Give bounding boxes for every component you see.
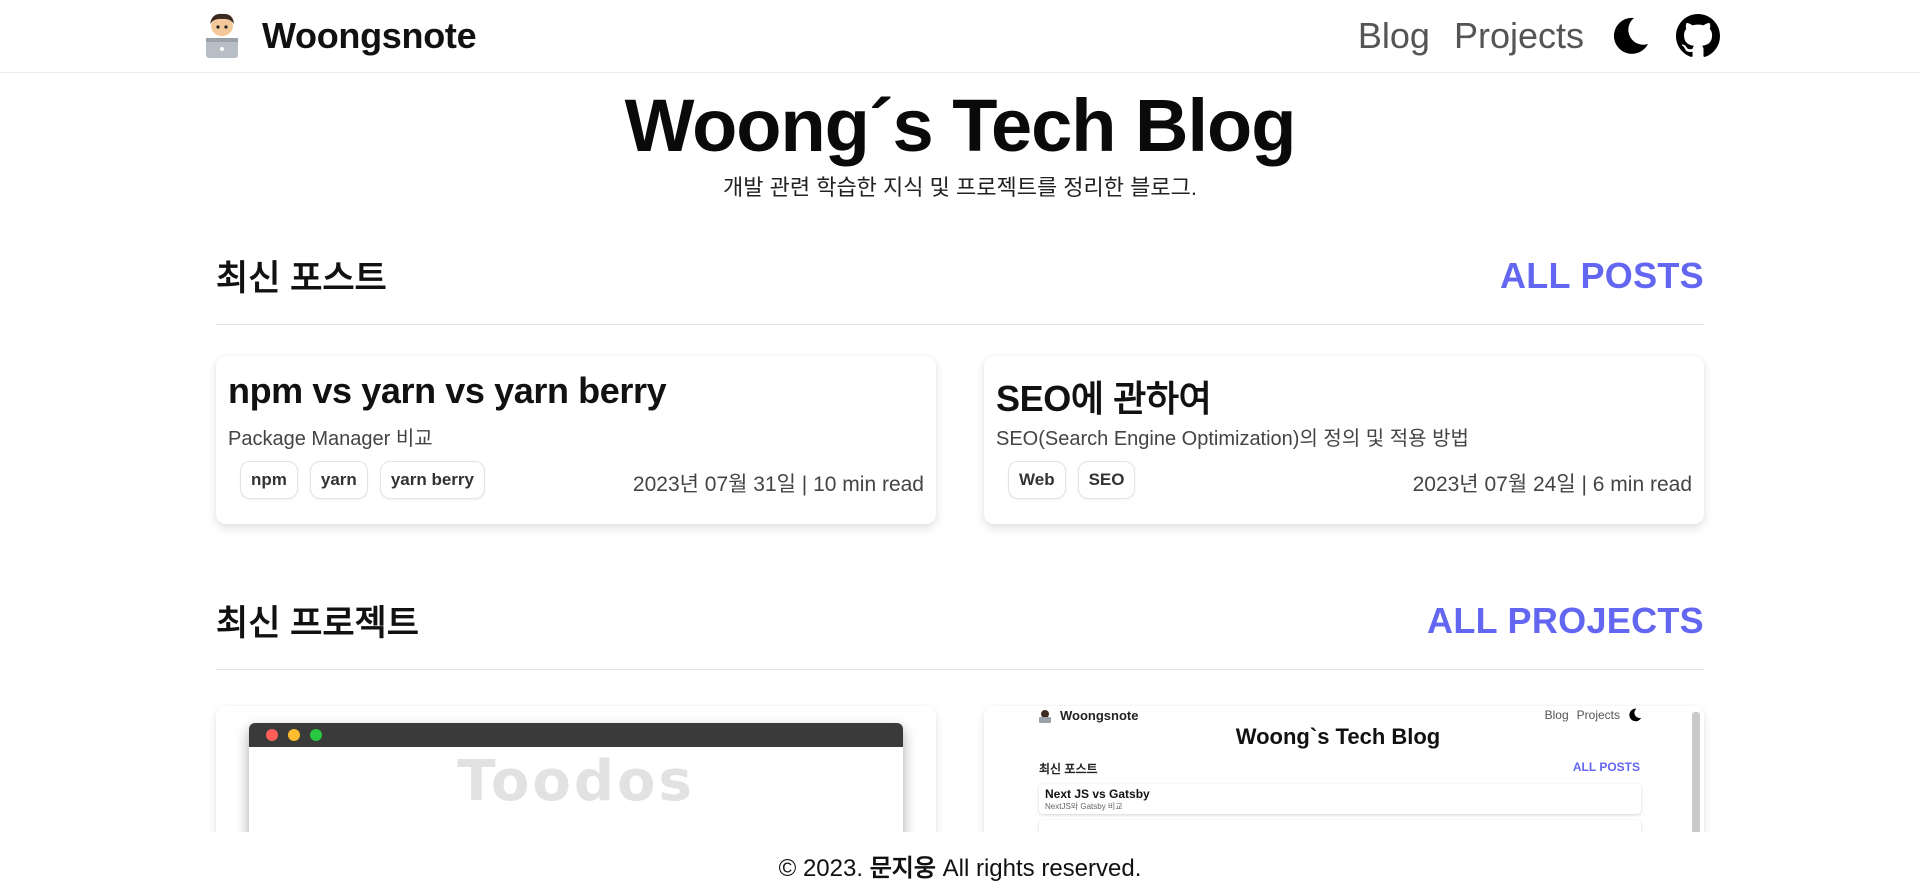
recent-posts-title: 최신 포스트: [216, 259, 387, 298]
footer-rights: All rights reserved.: [942, 855, 1142, 882]
mini-nav: Blog Projects: [1545, 708, 1642, 722]
mini-brand: Woongsnote: [1038, 708, 1138, 723]
post-meta: 2023년 07월 24일 | 6 min read: [1412, 473, 1692, 496]
mini-section-title: 최신 포스트: [1039, 762, 1098, 776]
site-footer: © 2023. 문지웅 All rights reserved.: [0, 832, 1920, 893]
mini-all-posts: ALL POSTS: [1572, 760, 1640, 774]
all-projects-link[interactable]: ALL PROJECTS: [1427, 600, 1704, 642]
tag-badge[interactable]: Web: [1008, 461, 1066, 499]
brand-name[interactable]: Woongsnote: [262, 15, 477, 57]
mini-post-card: Next JS vs Gatsby NextJS와 Gatsby 비교: [1039, 784, 1641, 814]
section-divider: [216, 669, 1704, 670]
all-posts-link[interactable]: ALL POSTS: [1500, 255, 1704, 297]
project-thumbnail: Toodos: [249, 723, 903, 846]
close-dot-icon: [266, 729, 278, 741]
minimize-dot-icon: [288, 729, 300, 741]
page-subtitle: 개발 관련 학습한 지식 및 프로젝트를 정리한 블로그.: [723, 175, 1197, 200]
mini-title: Woong`s Tech Blog: [1235, 724, 1441, 749]
thumbnail-title: Toodos: [457, 749, 695, 814]
brand-link[interactable]: Woongsnote: [202, 12, 477, 60]
tag-badge[interactable]: yarn berry: [379, 461, 485, 499]
tag-badge[interactable]: yarn: [309, 461, 368, 499]
nav-blog-link[interactable]: Blog: [1358, 15, 1430, 57]
mini-avatar-icon: [1039, 709, 1051, 723]
tag-badge[interactable]: npm: [240, 461, 298, 499]
project-card[interactable]: Toodos: [216, 706, 936, 846]
project-thumbnail: Woongsnote Blog Projects Woong`s Tech Bl…: [984, 706, 1704, 846]
post-card[interactable]: SEO에 관하여 SEO(Search Engine Optimization)…: [984, 356, 1704, 524]
mini-nav-projects: Projects: [1576, 708, 1620, 722]
footer-author: 문지웅: [869, 855, 936, 882]
post-description: Package Manager 비교: [228, 428, 433, 450]
moon-icon[interactable]: [1608, 14, 1652, 58]
main-nav: Blog Projects: [1358, 8, 1720, 64]
tag-badge[interactable]: SEO: [1077, 461, 1136, 499]
post-title[interactable]: npm vs yarn vs yarn berry: [228, 370, 667, 412]
project-card[interactable]: Woongsnote Blog Projects Woong`s Tech Bl…: [984, 706, 1704, 846]
page-title: Woong´s Tech Blog: [624, 84, 1297, 167]
post-description: SEO(Search Engine Optimization)의 정의 및 적용…: [996, 428, 1469, 450]
avatar-icon: [202, 12, 242, 60]
maximize-dot-icon: [310, 729, 322, 741]
section-divider: [216, 324, 1704, 325]
recent-posts-header: 최신 포스트 ALL POSTS: [216, 250, 1704, 301]
mini-moon-icon: [1629, 708, 1642, 722]
post-meta: 2023년 07월 31일 | 10 min read: [632, 473, 924, 496]
mini-nav-blog: Blog: [1544, 708, 1569, 722]
footer-copyright: © 2023.: [778, 855, 864, 882]
post-title[interactable]: SEO에 관하여: [996, 370, 1212, 422]
recent-projects-header: 최신 프로젝트 ALL PROJECTS: [216, 595, 1704, 646]
nav-projects-link[interactable]: Projects: [1454, 15, 1584, 57]
mini-card-desc: NextJS와 Gatsby 비교: [1045, 802, 1123, 811]
post-tags: npm yarn yarn berry: [240, 461, 485, 499]
site-header: Woongsnote Blog Projects: [0, 0, 1920, 73]
github-icon[interactable]: [1676, 14, 1720, 58]
post-card[interactable]: npm vs yarn vs yarn berry Package Manage…: [216, 356, 936, 524]
mini-brand-name: Woongsnote: [1060, 708, 1139, 723]
window-titlebar: [249, 723, 903, 747]
mini-card-title: Next JS vs Gatsby: [1045, 787, 1150, 801]
mini-scrollbar: [1692, 712, 1700, 846]
post-tags: Web SEO: [1008, 461, 1136, 499]
recent-projects-title: 최신 프로젝트: [216, 604, 419, 643]
